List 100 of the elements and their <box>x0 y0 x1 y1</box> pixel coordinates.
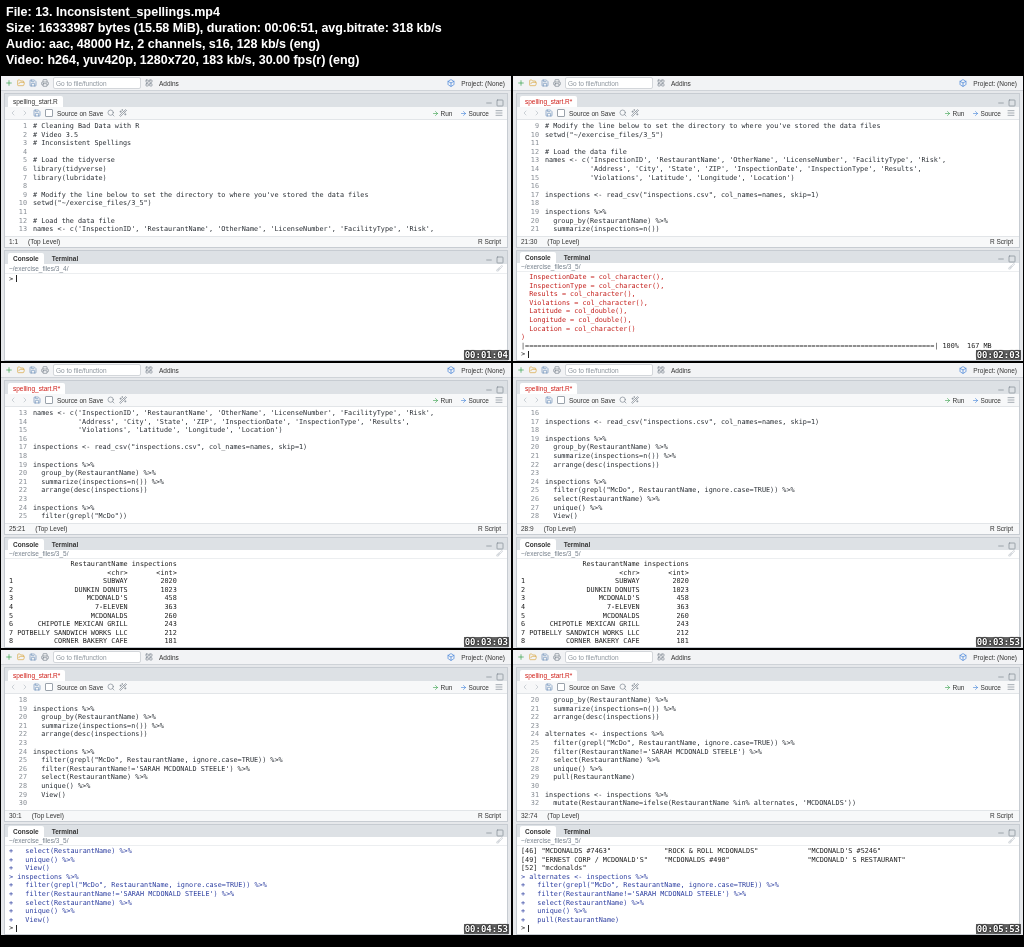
grid-icon[interactable] <box>657 79 665 87</box>
checkbox[interactable] <box>45 109 53 117</box>
maximize-icon[interactable] <box>1008 254 1016 263</box>
save-icon[interactable] <box>545 683 553 691</box>
lines-icon[interactable] <box>495 396 503 404</box>
lines-icon[interactable] <box>495 683 503 691</box>
minimize-icon[interactable] <box>997 99 1005 107</box>
checkbox[interactable] <box>45 396 53 404</box>
file-info-line: File: 13. Inconsistent_spellings.mp4 <box>6 4 221 20</box>
save-icon[interactable] <box>33 396 41 404</box>
search-icon[interactable] <box>619 396 628 404</box>
search-icon[interactable] <box>619 109 628 117</box>
save-icon[interactable] <box>545 109 553 117</box>
maximize-icon[interactable] <box>1008 386 1016 394</box>
cube-icon[interactable] <box>447 653 456 661</box>
maximize-icon[interactable] <box>496 673 504 681</box>
search-icon[interactable] <box>107 396 116 404</box>
arrow-icon <box>972 683 980 691</box>
file-info-line: Size: 16333987 bytes (15.58 MiB), duration: 00:06:51, avg.bitrate: 318 kb/s <box>6 20 443 36</box>
arrow-icon <box>944 396 952 404</box>
arrow-icon <box>944 109 952 117</box>
grid-icon[interactable] <box>145 653 153 661</box>
printer-icon[interactable] <box>41 366 49 374</box>
folder-icon[interactable] <box>17 366 25 374</box>
grid-icon[interactable] <box>145 79 153 87</box>
lines-icon[interactable] <box>1007 396 1015 404</box>
grid-icon[interactable] <box>657 653 665 661</box>
cube-icon[interactable] <box>959 79 968 87</box>
arrow-icon <box>944 683 952 691</box>
cube-icon[interactable] <box>959 653 968 661</box>
back-icon[interactable] <box>9 683 17 691</box>
arrow-icon <box>460 683 468 691</box>
forward-icon[interactable] <box>533 109 541 117</box>
search-icon[interactable] <box>107 109 116 117</box>
arrow-icon <box>432 109 440 117</box>
forward-icon[interactable] <box>533 396 541 404</box>
maximize-icon[interactable] <box>1008 673 1016 681</box>
folder-icon[interactable] <box>529 653 537 661</box>
save-icon[interactable] <box>541 653 549 661</box>
grid-icon[interactable] <box>657 366 665 374</box>
checkbox[interactable] <box>557 683 565 691</box>
forward-icon[interactable] <box>21 109 29 117</box>
minimize-icon[interactable] <box>997 386 1005 394</box>
grid-icon[interactable] <box>145 366 153 374</box>
save-icon[interactable] <box>33 683 41 691</box>
maximize-icon[interactable] <box>496 541 504 550</box>
save-icon[interactable] <box>541 79 549 87</box>
folder-icon[interactable] <box>529 79 537 87</box>
folder-icon[interactable] <box>529 366 537 374</box>
arrow-icon <box>432 683 440 691</box>
printer-icon[interactable] <box>41 653 49 661</box>
checkbox[interactable] <box>557 109 565 117</box>
folder-icon[interactable] <box>17 79 25 87</box>
cube-icon[interactable] <box>959 366 968 374</box>
save-icon[interactable] <box>29 653 37 661</box>
lines-icon[interactable] <box>495 109 503 117</box>
arrow-icon <box>460 396 468 404</box>
save-icon[interactable] <box>33 109 41 117</box>
search-icon[interactable] <box>107 683 116 691</box>
file-info-line: Audio: aac, 48000 Hz, 2 channels, s16, 128 kb/s (eng) <box>6 36 322 52</box>
printer-icon[interactable] <box>553 653 561 661</box>
maximize-icon[interactable] <box>496 255 504 264</box>
arrow-icon <box>972 396 980 404</box>
printer-icon[interactable] <box>41 79 49 87</box>
file-info-line: Video: h264, yuv420p, 1280x720, 183 kb/s, 30.00 fps(r) (eng) <box>6 52 361 68</box>
arrow-icon <box>972 109 980 117</box>
printer-icon[interactable] <box>553 366 561 374</box>
back-icon[interactable] <box>521 683 529 691</box>
printer-icon[interactable] <box>553 79 561 87</box>
folder-icon[interactable] <box>17 653 25 661</box>
save-icon[interactable] <box>545 396 553 404</box>
forward-icon[interactable] <box>21 396 29 404</box>
back-icon[interactable] <box>521 109 529 117</box>
maximize-icon[interactable] <box>1008 828 1016 837</box>
minimize-icon[interactable] <box>997 673 1005 681</box>
cube-icon[interactable] <box>447 366 456 374</box>
checkbox[interactable] <box>45 683 53 691</box>
arrow-icon <box>432 396 440 404</box>
maximize-icon[interactable] <box>496 99 504 107</box>
maximize-icon[interactable] <box>496 828 504 837</box>
arrow-icon <box>460 109 468 117</box>
search-icon[interactable] <box>619 683 628 691</box>
back-icon[interactable] <box>521 396 529 404</box>
save-icon[interactable] <box>29 366 37 374</box>
save-icon[interactable] <box>541 366 549 374</box>
save-icon[interactable] <box>29 79 37 87</box>
back-icon[interactable] <box>9 109 17 117</box>
minimize-icon[interactable] <box>485 673 493 681</box>
minimize-icon[interactable] <box>485 99 493 107</box>
forward-icon[interactable] <box>533 683 541 691</box>
minimize-icon[interactable] <box>485 386 493 394</box>
checkbox[interactable] <box>557 396 565 404</box>
maximize-icon[interactable] <box>1008 99 1016 107</box>
lines-icon[interactable] <box>1007 683 1015 691</box>
lines-icon[interactable] <box>1007 109 1015 117</box>
maximize-icon[interactable] <box>1008 541 1016 550</box>
back-icon[interactable] <box>9 396 17 404</box>
forward-icon[interactable] <box>21 683 29 691</box>
maximize-icon[interactable] <box>496 386 504 394</box>
cube-icon[interactable] <box>447 79 456 87</box>
